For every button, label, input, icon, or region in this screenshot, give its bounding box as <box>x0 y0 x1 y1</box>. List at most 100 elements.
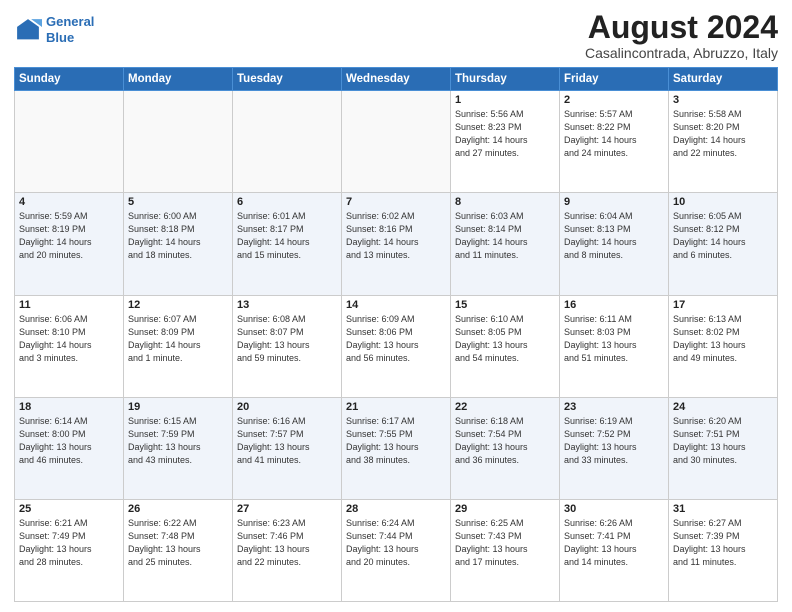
day-number: 22 <box>455 401 555 413</box>
day-info: Sunrise: 6:00 AM Sunset: 8:18 PM Dayligh… <box>128 210 228 262</box>
calendar-week-row: 1 Sunrise: 5:56 AM Sunset: 8:23 PM Daylig… <box>15 91 778 193</box>
day-number: 13 <box>237 299 337 311</box>
calendar-week-row: 11 Sunrise: 6:06 AM Sunset: 8:10 PM Dayli… <box>15 295 778 397</box>
location: Casalincontrada, Abruzzo, Italy <box>585 45 778 61</box>
col-tuesday: Tuesday <box>233 68 342 91</box>
col-sunday: Sunday <box>15 68 124 91</box>
day-number: 29 <box>455 503 555 515</box>
day-number: 19 <box>128 401 228 413</box>
logo-icon <box>14 16 42 44</box>
col-monday: Monday <box>124 68 233 91</box>
day-info: Sunrise: 6:10 AM Sunset: 8:05 PM Dayligh… <box>455 313 555 365</box>
calendar-table: Sunday Monday Tuesday Wednesday Thursday… <box>14 67 778 602</box>
day-number: 12 <box>128 299 228 311</box>
day-info: Sunrise: 6:23 AM Sunset: 7:46 PM Dayligh… <box>237 517 337 569</box>
table-row: 30 Sunrise: 6:26 AM Sunset: 7:41 PM Dayli… <box>560 499 669 601</box>
table-row: 23 Sunrise: 6:19 AM Sunset: 7:52 PM Dayli… <box>560 397 669 499</box>
day-number: 27 <box>237 503 337 515</box>
table-row: 4Sunrise: 5:59 AM Sunset: 8:19 PM Daylig… <box>15 193 124 295</box>
day-number: 15 <box>455 299 555 311</box>
logo-line2: Blue <box>46 30 74 45</box>
table-row: 6Sunrise: 6:01 AM Sunset: 8:17 PM Daylig… <box>233 193 342 295</box>
page: General Blue August 2024 Casalincontrada… <box>0 0 792 612</box>
day-info: Sunrise: 6:01 AM Sunset: 8:17 PM Dayligh… <box>237 210 337 262</box>
day-info: Sunrise: 6:25 AM Sunset: 7:43 PM Dayligh… <box>455 517 555 569</box>
table-row: 26 Sunrise: 6:22 AM Sunset: 7:48 PM Dayli… <box>124 499 233 601</box>
table-row: 14 Sunrise: 6:09 AM Sunset: 8:06 PM Dayli… <box>342 295 451 397</box>
day-info: Sunrise: 6:11 AM Sunset: 8:03 PM Dayligh… <box>564 313 664 365</box>
table-row <box>342 91 451 193</box>
table-row: 27 Sunrise: 6:23 AM Sunset: 7:46 PM Dayli… <box>233 499 342 601</box>
day-number: 3 <box>673 94 773 106</box>
table-row: 22 Sunrise: 6:18 AM Sunset: 7:54 PM Dayli… <box>451 397 560 499</box>
day-info: Sunrise: 6:19 AM Sunset: 7:52 PM Dayligh… <box>564 415 664 467</box>
day-info: Sunrise: 6:20 AM Sunset: 7:51 PM Dayligh… <box>673 415 773 467</box>
table-row: 1 Sunrise: 5:56 AM Sunset: 8:23 PM Daylig… <box>451 91 560 193</box>
table-row <box>15 91 124 193</box>
day-number: 11 <box>19 299 119 311</box>
calendar-week-row: 4Sunrise: 5:59 AM Sunset: 8:19 PM Daylig… <box>15 193 778 295</box>
top-section: General Blue August 2024 Casalincontrada… <box>14 10 778 61</box>
table-row: 16 Sunrise: 6:11 AM Sunset: 8:03 PM Dayli… <box>560 295 669 397</box>
table-row: 17 Sunrise: 6:13 AM Sunset: 8:02 PM Dayli… <box>669 295 778 397</box>
day-number: 16 <box>564 299 664 311</box>
logo: General Blue <box>14 14 94 45</box>
day-info: Sunrise: 6:13 AM Sunset: 8:02 PM Dayligh… <box>673 313 773 365</box>
table-row: 9Sunrise: 6:04 AM Sunset: 8:13 PM Daylig… <box>560 193 669 295</box>
day-info: Sunrise: 6:08 AM Sunset: 8:07 PM Dayligh… <box>237 313 337 365</box>
day-number: 26 <box>128 503 228 515</box>
table-row: 2Sunrise: 5:57 AM Sunset: 8:22 PM Daylig… <box>560 91 669 193</box>
table-row: 7 Sunrise: 6:02 AM Sunset: 8:16 PM Daylig… <box>342 193 451 295</box>
day-number: 21 <box>346 401 446 413</box>
table-row: 8 Sunrise: 6:03 AM Sunset: 8:14 PM Daylig… <box>451 193 560 295</box>
title-section: August 2024 Casalincontrada, Abruzzo, It… <box>585 10 778 61</box>
calendar-week-row: 25 Sunrise: 6:21 AM Sunset: 7:49 PM Dayli… <box>15 499 778 601</box>
day-info: Sunrise: 6:15 AM Sunset: 7:59 PM Dayligh… <box>128 415 228 467</box>
day-number: 24 <box>673 401 773 413</box>
table-row: 5Sunrise: 6:00 AM Sunset: 8:18 PM Daylig… <box>124 193 233 295</box>
day-number: 31 <box>673 503 773 515</box>
day-info: Sunrise: 5:56 AM Sunset: 8:23 PM Dayligh… <box>455 108 555 160</box>
day-info: Sunrise: 6:18 AM Sunset: 7:54 PM Dayligh… <box>455 415 555 467</box>
day-number: 18 <box>19 401 119 413</box>
day-number: 23 <box>564 401 664 413</box>
day-number: 1 <box>455 94 555 106</box>
table-row: 31 Sunrise: 6:27 AM Sunset: 7:39 PM Dayli… <box>669 499 778 601</box>
table-row <box>124 91 233 193</box>
table-row: 10Sunrise: 6:05 AM Sunset: 8:12 PM Dayli… <box>669 193 778 295</box>
day-number: 2 <box>564 94 664 106</box>
day-number: 30 <box>564 503 664 515</box>
table-row: 21 Sunrise: 6:17 AM Sunset: 7:55 PM Dayli… <box>342 397 451 499</box>
table-row: 28Sunrise: 6:24 AM Sunset: 7:44 PM Dayli… <box>342 499 451 601</box>
day-info: Sunrise: 6:27 AM Sunset: 7:39 PM Dayligh… <box>673 517 773 569</box>
day-info: Sunrise: 6:26 AM Sunset: 7:41 PM Dayligh… <box>564 517 664 569</box>
day-number: 17 <box>673 299 773 311</box>
day-info: Sunrise: 6:17 AM Sunset: 7:55 PM Dayligh… <box>346 415 446 467</box>
day-info: Sunrise: 6:21 AM Sunset: 7:49 PM Dayligh… <box>19 517 119 569</box>
col-friday: Friday <box>560 68 669 91</box>
table-row: 20Sunrise: 6:16 AM Sunset: 7:57 PM Dayli… <box>233 397 342 499</box>
day-number: 25 <box>19 503 119 515</box>
day-info: Sunrise: 6:09 AM Sunset: 8:06 PM Dayligh… <box>346 313 446 365</box>
day-info: Sunrise: 6:22 AM Sunset: 7:48 PM Dayligh… <box>128 517 228 569</box>
table-row: 24 Sunrise: 6:20 AM Sunset: 7:51 PM Dayli… <box>669 397 778 499</box>
table-row: 15 Sunrise: 6:10 AM Sunset: 8:05 PM Dayli… <box>451 295 560 397</box>
day-number: 7 <box>346 196 446 208</box>
table-row: 19 Sunrise: 6:15 AM Sunset: 7:59 PM Dayli… <box>124 397 233 499</box>
logo-text: General Blue <box>46 14 94 45</box>
day-info: Sunrise: 6:03 AM Sunset: 8:14 PM Dayligh… <box>455 210 555 262</box>
day-number: 9 <box>564 196 664 208</box>
day-info: Sunrise: 6:05 AM Sunset: 8:12 PM Dayligh… <box>673 210 773 262</box>
day-number: 14 <box>346 299 446 311</box>
day-info: Sunrise: 6:06 AM Sunset: 8:10 PM Dayligh… <box>19 313 119 365</box>
day-info: Sunrise: 6:16 AM Sunset: 7:57 PM Dayligh… <box>237 415 337 467</box>
day-number: 4 <box>19 196 119 208</box>
table-row: 12Sunrise: 6:07 AM Sunset: 8:09 PM Dayli… <box>124 295 233 397</box>
calendar-week-row: 18Sunrise: 6:14 AM Sunset: 8:00 PM Dayli… <box>15 397 778 499</box>
table-row: 25 Sunrise: 6:21 AM Sunset: 7:49 PM Dayli… <box>15 499 124 601</box>
logo-line1: General <box>46 14 94 29</box>
day-number: 8 <box>455 196 555 208</box>
day-info: Sunrise: 6:02 AM Sunset: 8:16 PM Dayligh… <box>346 210 446 262</box>
day-info: Sunrise: 6:24 AM Sunset: 7:44 PM Dayligh… <box>346 517 446 569</box>
table-row: 29 Sunrise: 6:25 AM Sunset: 7:43 PM Dayli… <box>451 499 560 601</box>
